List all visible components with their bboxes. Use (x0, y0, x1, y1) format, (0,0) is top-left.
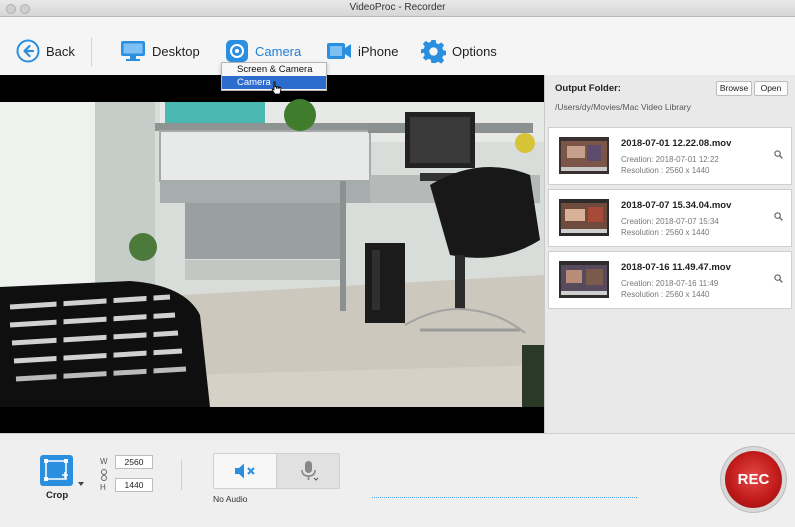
output-folder-path: /Users/dy/Movies/Mac Video Library (555, 102, 691, 112)
recording-thumbnail (559, 137, 609, 174)
output-panel: Output Folder: Browse Open /Users/dy/Mov… (544, 75, 795, 433)
recording-filename: 2018-07-07 15.34.04.mov (621, 200, 732, 211)
recording-creation: Creation: 2018-07-01 12:22 (621, 155, 719, 164)
link-chain-icon[interactable] (100, 469, 108, 481)
recording-creation: Creation: 2018-07-16 11:49 (621, 279, 719, 288)
recording-resolution: Resolution : 2560 x 1440 (621, 228, 710, 237)
camera-preview[interactable] (0, 75, 544, 433)
open-button[interactable]: Open (754, 81, 788, 96)
magnifier-icon[interactable] (774, 274, 783, 283)
microphone-icon (301, 461, 319, 481)
speaker-toggle[interactable] (214, 454, 277, 488)
camera-feed-image (0, 75, 544, 433)
recording-item[interactable]: 2018-07-07 15.34.04.mov Creation: 2018-0… (548, 189, 792, 247)
recording-resolution: Resolution : 2560 x 1440 (621, 290, 710, 299)
height-label: H (100, 483, 106, 492)
phone-camera-icon (327, 43, 351, 59)
recording-creation: Creation: 2018-07-07 15:34 (621, 217, 719, 226)
tab-iphone[interactable]: iPhone (326, 39, 398, 63)
width-input[interactable]: 2560 (115, 455, 153, 469)
mouse-pointer-icon (271, 81, 282, 95)
camera-mode-menu: Screen & Camera Camera (221, 62, 327, 95)
magnifier-icon[interactable] (774, 150, 783, 159)
title-bar: VideoProc - Recorder (0, 0, 795, 17)
width-label: W (100, 457, 108, 466)
toolbar: Back Desktop Camera iPhone Options (0, 17, 795, 75)
back-button[interactable]: Back (16, 39, 75, 63)
recording-item[interactable]: 2018-07-16 11.49.47.mov Creation: 2018-0… (548, 251, 792, 309)
menu-item-screen-camera[interactable]: Screen & Camera (222, 63, 326, 76)
tab-iphone-label: iPhone (358, 43, 399, 59)
audio-controls (213, 453, 340, 489)
microphone-toggle[interactable] (277, 454, 339, 488)
camera-icon (226, 40, 248, 62)
window-title: VideoProc - Recorder (349, 2, 446, 13)
crop-chevron-down-icon[interactable] (78, 482, 84, 486)
monitor-icon (121, 41, 145, 61)
crop-icon (44, 459, 68, 481)
recording-thumbnail (559, 199, 609, 236)
browse-button[interactable]: Browse (716, 81, 752, 96)
crop-button[interactable] (40, 455, 73, 486)
audio-status: No Audio (213, 494, 248, 504)
tab-options[interactable]: Options (421, 39, 497, 64)
recording-filename: 2018-07-16 11.49.47.mov (621, 262, 731, 273)
recording-thumbnail (559, 261, 609, 298)
tab-options-label: Options (452, 43, 497, 59)
recording-item[interactable]: 2018-07-01 12.22.08.mov Creation: 2018-0… (548, 127, 792, 185)
audio-level-meter (372, 497, 637, 498)
back-arrow-icon (16, 39, 40, 63)
recording-resolution: Resolution : 2560 x 1440 (621, 166, 710, 175)
magnifier-icon[interactable] (774, 212, 783, 221)
output-folder-label: Output Folder: (555, 83, 621, 94)
bottom-controls: Crop W H 2560 1440 No Audio REC (0, 433, 795, 527)
crop-label: Crop (46, 490, 69, 501)
height-input[interactable]: 1440 (115, 478, 153, 492)
speaker-muted-icon (235, 463, 255, 479)
record-button[interactable]: REC (725, 451, 782, 508)
toolbar-divider (91, 37, 92, 67)
bottom-divider (181, 460, 182, 490)
tab-desktop-label: Desktop (152, 43, 200, 59)
gear-icon (421, 39, 446, 64)
back-label: Back (46, 43, 75, 59)
tab-desktop[interactable]: Desktop (120, 39, 200, 63)
tab-camera[interactable]: Camera (225, 39, 302, 68)
tab-camera-label: Camera (255, 43, 302, 59)
recording-filename: 2018-07-01 12.22.08.mov (621, 138, 732, 149)
